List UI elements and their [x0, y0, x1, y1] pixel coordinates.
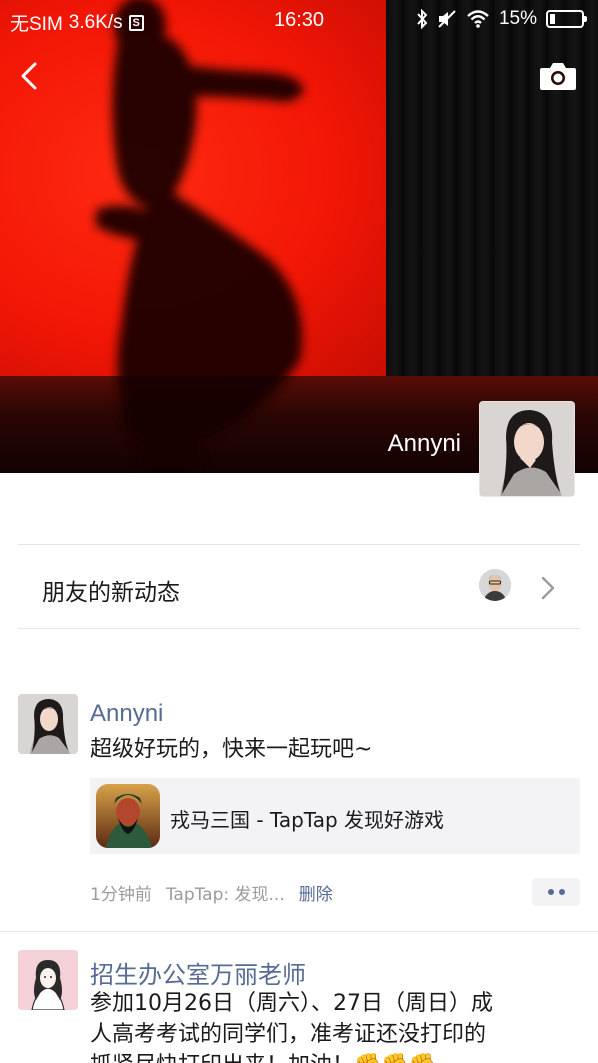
battery-percent: 15% [498, 8, 537, 29]
post-source[interactable]: TapTap: 发现... [166, 880, 285, 905]
friend-avatar [479, 569, 511, 601]
shared-link-card[interactable]: 戎马三国 - TapTap 发现好游戏 [90, 778, 580, 854]
game-thumbnail-image [96, 784, 160, 848]
bluetooth-icon [417, 9, 428, 29]
game-thumbnail [96, 784, 160, 848]
post-divider [0, 931, 598, 932]
profile-avatar[interactable] [479, 401, 575, 497]
post-author-name[interactable]: 招生办公室万丽老师 [90, 955, 306, 990]
more-dot [558, 889, 565, 895]
divider-bottom [18, 628, 580, 629]
post-text-line: 参加10月26日（周六）、27日（周日）成 [90, 991, 493, 1016]
post-author-avatar-image [18, 694, 78, 754]
battery-icon [546, 10, 587, 28]
post-author-avatar-image [18, 950, 78, 1010]
post-author-name[interactable]: Annyni [90, 700, 163, 728]
chevron-left-icon[interactable] [14, 56, 48, 96]
post-author-avatar[interactable] [18, 950, 78, 1010]
post-text-line: 人高考考试的同学们，准考证还没打印的 [90, 1022, 487, 1047]
post-author-avatar[interactable] [18, 694, 78, 754]
friends-updates-label: 朋友的新动态 [42, 580, 180, 606]
post-time: 1分钟前 [90, 885, 152, 905]
friends-updates-row[interactable]: 朋友的新动态 [0, 545, 598, 629]
wifi-icon [467, 10, 489, 28]
profile-avatar-image [480, 402, 574, 496]
post-text: 超级好玩的，快来一起玩吧~ [90, 737, 373, 762]
friend-avatar-image [479, 569, 511, 601]
profile-name[interactable]: Annyni [388, 430, 461, 458]
more-dots-icon[interactable] [532, 878, 580, 906]
camera-icon[interactable] [538, 60, 578, 92]
post-text: 参加10月26日（周六）、27日（周日）成 人高考考试的同学们，准考证还没打印的… [90, 988, 580, 1063]
status-right: 15% [416, 8, 587, 30]
post-text-line: 抓紧尽快打印出来！加油！✊✊✊ [90, 1050, 580, 1063]
post-meta: 1分钟前 TapTap: 发现... 删除 [90, 880, 333, 905]
mute-icon [438, 10, 456, 28]
shared-link-title: 戎马三国 - TapTap 发现好游戏 [170, 808, 445, 832]
chevron-right-icon [541, 576, 555, 600]
delete-button[interactable]: 删除 [299, 880, 333, 905]
status-bar: 无SIM 3.6K/s S 16:30 15% [0, 0, 598, 42]
more-dot [547, 889, 554, 895]
